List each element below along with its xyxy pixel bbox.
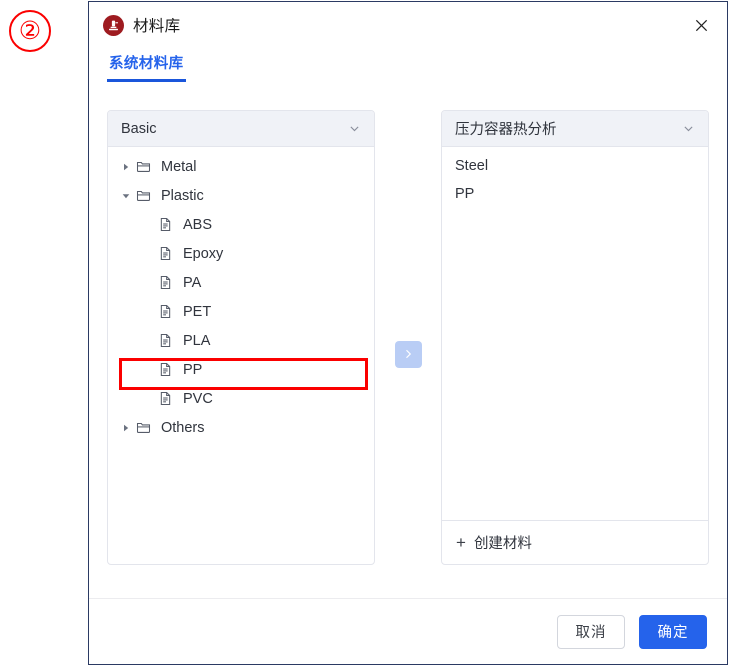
target-panel-header[interactable]: 压力容器热分析 — [442, 111, 708, 147]
dialog-body: Basic Metal Plastic ABS Epoxy PA PET PLA… — [89, 92, 727, 598]
caret-down-icon[interactable] — [118, 192, 134, 200]
material-library-dialog: 材料库 系统材料库 Basic Metal Plastic ABS Epoxy … — [88, 1, 728, 665]
list-item[interactable]: Steel — [442, 152, 708, 180]
tree-node-label: Others — [161, 419, 205, 436]
tree-node-metal[interactable]: Metal — [108, 152, 374, 181]
tree-node-label: PET — [183, 303, 212, 320]
tree-node-pa[interactable]: PA — [108, 268, 374, 297]
tree-node-plastic[interactable]: Plastic — [108, 181, 374, 210]
transfer-right-button[interactable] — [394, 340, 422, 368]
confirm-button[interactable]: 确定 — [639, 614, 707, 649]
document-icon — [156, 275, 174, 290]
tree-node-label: PA — [183, 274, 202, 291]
chevron-down-icon[interactable] — [348, 122, 361, 135]
tree-node-label: PLA — [183, 332, 211, 349]
tree-node-label: PVC — [183, 390, 213, 407]
tree-node-pvc[interactable]: PVC — [108, 384, 374, 413]
tree-node-abs[interactable]: ABS — [108, 210, 374, 239]
cancel-button[interactable]: 取消 — [557, 614, 625, 649]
selected-material-panel: 压力容器热分析 Steel PP + 创建材料 — [441, 110, 709, 565]
source-panel-label: Basic — [121, 120, 157, 137]
chevron-right-icon — [402, 348, 414, 360]
selected-material-list: Steel PP — [442, 147, 708, 520]
tree-node-label: Plastic — [161, 187, 204, 204]
folder-icon — [134, 420, 152, 435]
create-material-button[interactable]: + 创建材料 — [442, 520, 708, 564]
chevron-down-icon[interactable] — [682, 122, 695, 135]
tree-node-label: PP — [183, 361, 203, 378]
document-icon — [156, 362, 174, 377]
dialog-tabs: 系统材料库 — [89, 48, 727, 92]
source-material-panel: Basic Metal Plastic ABS Epoxy PA PET PLA… — [107, 110, 375, 565]
document-icon — [156, 246, 174, 261]
list-item[interactable]: PP — [442, 180, 708, 208]
annotation-step-marker: ② — [9, 10, 51, 52]
document-icon — [156, 391, 174, 406]
close-icon[interactable] — [689, 13, 713, 37]
tree-node-pla[interactable]: PLA — [108, 326, 374, 355]
document-icon — [156, 217, 174, 232]
tree-node-epoxy[interactable]: Epoxy — [108, 239, 374, 268]
tree-node-label: ABS — [183, 216, 213, 233]
transfer-column — [375, 110, 441, 598]
tree-node-pp[interactable]: PP — [108, 355, 374, 384]
tree-node-label: Metal — [161, 158, 197, 175]
source-panel-header[interactable]: Basic — [108, 111, 374, 147]
folder-icon — [134, 188, 152, 203]
caret-right-icon[interactable] — [118, 163, 134, 171]
tree-node-pet[interactable]: PET — [108, 297, 374, 326]
create-material-label: 创建材料 — [473, 536, 532, 552]
dialog-title: 材料库 — [133, 18, 181, 35]
tree-node-others[interactable]: Others — [108, 413, 374, 442]
target-panel-label: 压力容器热分析 — [455, 122, 557, 138]
dialog-titlebar: 材料库 — [89, 2, 727, 48]
plus-icon: + — [456, 533, 466, 552]
microscope-icon — [103, 14, 124, 36]
document-icon — [156, 333, 174, 348]
dialog-footer: 取消 确定 — [89, 598, 727, 664]
document-icon — [156, 304, 174, 319]
caret-right-icon[interactable] — [118, 424, 134, 432]
tab-system-material-library[interactable]: 系统材料库 — [107, 48, 186, 82]
folder-icon — [134, 159, 152, 174]
tree-node-label: Epoxy — [183, 245, 224, 262]
material-tree: Metal Plastic ABS Epoxy PA PET PLA PP PV… — [108, 147, 374, 564]
